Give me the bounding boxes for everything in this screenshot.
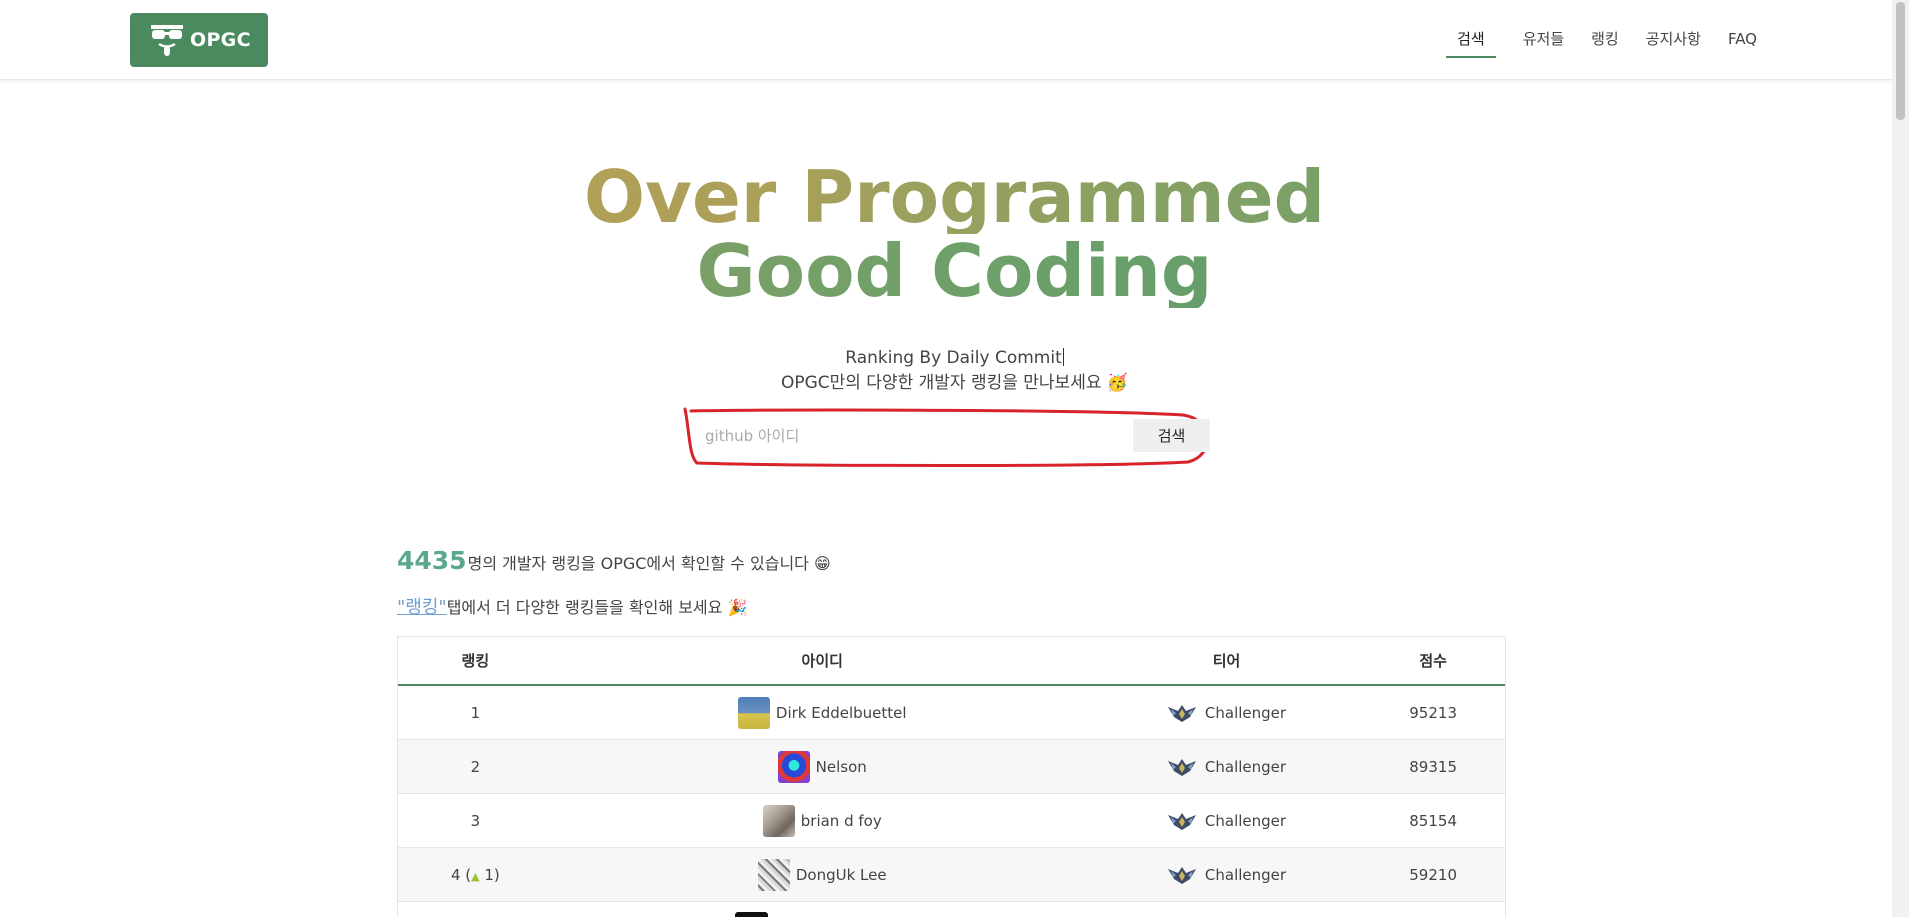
nav-search[interactable]: 검색 [1446, 26, 1496, 58]
rank-change-value: 1 [484, 865, 494, 884]
avatar [762, 804, 795, 837]
nav-ranking[interactable]: 랭킹 [1591, 26, 1619, 58]
ranking-table: 랭킹 아이디 티어 점수 1 Dirk Eddelbuettel Challen… [397, 636, 1506, 917]
search-button[interactable]: 검색 [1133, 419, 1210, 452]
challenger-tier-icon [1167, 704, 1196, 722]
user-name[interactable]: Dirk Eddelbuettel [776, 704, 907, 722]
page-scrollbar[interactable] [1892, 0, 1909, 917]
rank-value: 4 [450, 865, 461, 884]
user-count-line: 4435 명의 개발자 랭킹을 OPGC에서 확인할 수 있습니다 😁 [397, 546, 831, 575]
score-cell: 85154 [1409, 811, 1457, 830]
tier-cell: Challenger [1092, 810, 1362, 832]
avatar [735, 912, 768, 917]
hero-title-line1: Over Programmed [0, 160, 1909, 234]
tier-cell: Challenger [1092, 702, 1362, 724]
avatar [757, 858, 790, 891]
challenger-tier-icon [1167, 812, 1196, 830]
rank-change: (▲ 1) [465, 865, 500, 884]
table-row[interactable]: 2 Nelson Challenger 89315 [398, 740, 1505, 794]
col-tier-header: 티어 [1212, 652, 1241, 670]
score-cell: 95213 [1409, 703, 1457, 722]
challenger-tier-icon [1167, 758, 1196, 776]
user-name[interactable]: Nelson [816, 758, 867, 776]
table-row[interactable]: 1 Dirk Eddelbuettel Challenger 95213 [398, 686, 1505, 740]
avatar [737, 696, 770, 729]
github-id-input[interactable] [696, 417, 1116, 455]
ranking-tab-link[interactable]: "랭킹" [397, 597, 447, 618]
top-header: OPGC 검색 유저들 랭킹 공지사항 FAQ [0, 0, 1909, 80]
nav-users[interactable]: 유저들 [1523, 26, 1564, 58]
ranking-hint-text: 탭에서 더 다양한 랭킹들을 확인해 보세요 🎉 [446, 598, 748, 617]
scrollbar-thumb[interactable] [1896, 2, 1905, 120]
rank-cell: 4 (▲ 1) [398, 866, 553, 884]
rank-cell: 2 [470, 757, 481, 776]
tier-cell: Challenger [1092, 756, 1362, 778]
hero-title-line2: Good Coding [0, 234, 1909, 308]
id-cell: Dirk Eddelbuettel [553, 696, 1092, 729]
subtitle-line1: Ranking By Daily Commit [845, 348, 1062, 368]
opgc-logo[interactable]: OPGC [130, 13, 268, 67]
tier-name: Challenger [1204, 865, 1287, 884]
ranking-tab-hint: "랭킹"탭에서 더 다양한 랭킹들을 확인해 보세요 🎉 [397, 593, 747, 619]
avatar [777, 750, 810, 783]
search-box: 검색 [683, 407, 1218, 467]
id-cell: Nelson [553, 750, 1092, 783]
table-header: 랭킹 아이디 티어 점수 [398, 637, 1505, 686]
glasses-logo-icon [151, 25, 183, 56]
rank-cell: 1 [470, 703, 481, 722]
typing-caret [1062, 348, 1064, 366]
table-row-partial [398, 902, 1505, 917]
main-nav: 검색 유저들 랭킹 공지사항 FAQ [1446, 26, 1757, 58]
tier-name: Challenger [1204, 811, 1287, 830]
score-cell: 89315 [1409, 757, 1457, 776]
col-id-header: 아이디 [801, 652, 843, 670]
rank-up-icon: ▲ [471, 869, 480, 883]
user-count: 4435 [397, 546, 467, 575]
hero-title: Over Programmed Good Coding [0, 160, 1909, 308]
col-rank-header: 랭킹 [461, 652, 490, 670]
table-row[interactable]: 3 brian d foy Challenger 85154 [398, 794, 1505, 848]
score-cell: 59210 [1409, 865, 1457, 884]
user-name[interactable]: DongUk Lee [796, 866, 887, 884]
table-row[interactable]: 4 (▲ 1) DongUk Lee Challenger 59210 [398, 848, 1505, 902]
tier-name: Challenger [1204, 757, 1287, 776]
user-count-text: 명의 개발자 랭킹을 OPGC에서 확인할 수 있습니다 😁 [467, 554, 831, 573]
tier-cell: Challenger [1092, 864, 1362, 886]
user-name[interactable]: brian d foy [801, 812, 882, 830]
logo-text: OPGC [190, 29, 251, 51]
nav-faq[interactable]: FAQ [1728, 28, 1757, 57]
tier-name: Challenger [1204, 703, 1287, 722]
id-cell: brian d foy [553, 804, 1092, 837]
subtitle-line2: OPGC만의 다양한 개발자 랭킹을 만나보세요 🥳 [780, 373, 1129, 393]
id-cell: DongUk Lee [553, 858, 1092, 891]
rank-cell: 3 [470, 811, 481, 830]
col-score-header: 점수 [1419, 652, 1447, 670]
challenger-tier-icon [1167, 866, 1196, 884]
hero-subtitle: Ranking By Daily Commit OPGC만의 다양한 개발자 랭… [0, 346, 1909, 396]
nav-notice[interactable]: 공지사항 [1646, 26, 1701, 58]
